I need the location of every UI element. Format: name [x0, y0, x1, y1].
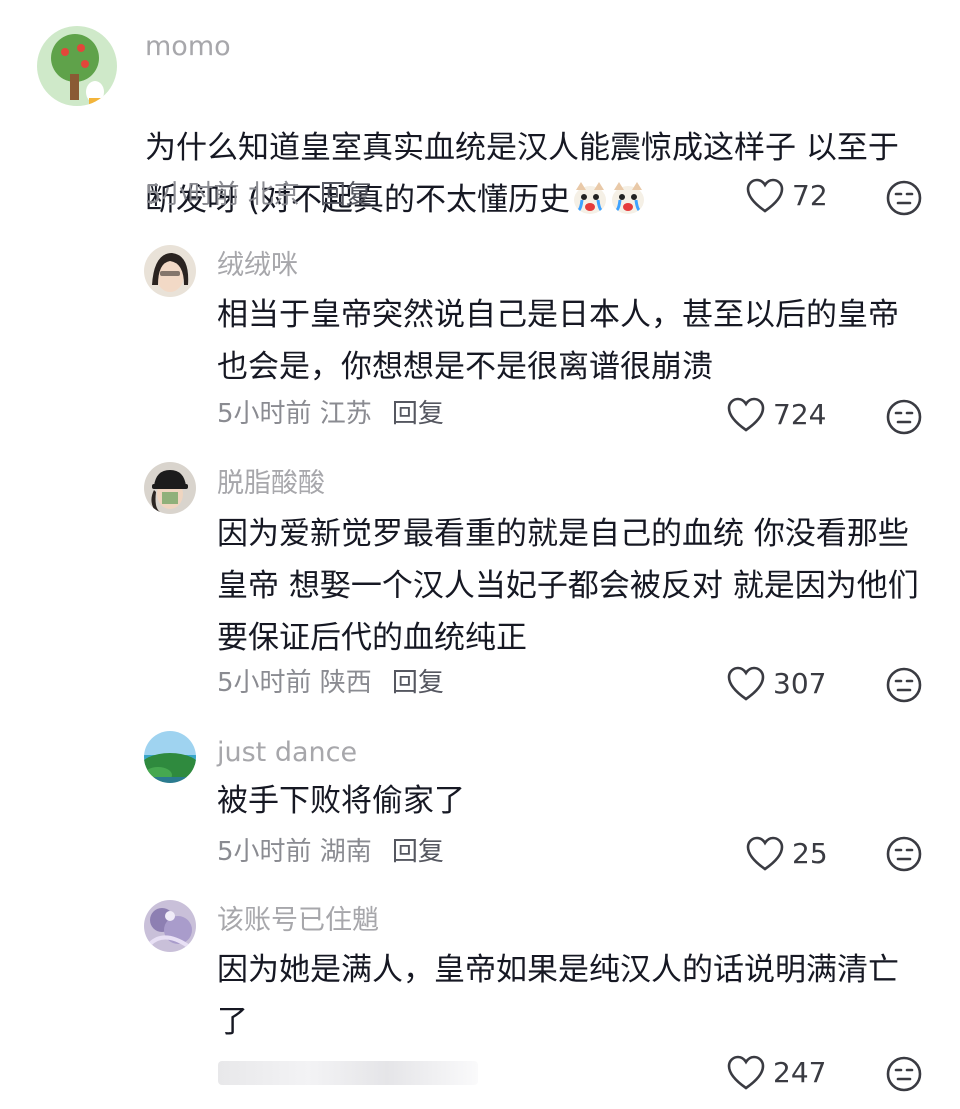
comment-text: 相当于皇帝突然说自己是日本人，甚至以后的皇帝 也会是，你想想是不是很离谱很崩溃	[217, 297, 899, 385]
comment-username[interactable]: momo	[145, 33, 231, 60]
like-count: 724	[773, 398, 827, 431]
like-count: 247	[773, 1056, 827, 1089]
like-count: 307	[773, 667, 827, 700]
like-button[interactable]: 25	[746, 836, 828, 872]
reply-button[interactable]: 回复	[392, 837, 444, 867]
comment-username[interactable]: 绒绒咪	[217, 252, 298, 279]
heart-outline-icon	[727, 397, 765, 432]
comment-text: 被手下败将偷家了	[217, 783, 465, 819]
time-location: 5小时前 江苏	[217, 399, 372, 429]
comment-text: 因为她是满人，皇帝如果是纯汉人的话说明满清亡 了	[217, 952, 899, 1040]
comment-meta: 5小时前 陕西 回复	[217, 670, 444, 696]
blurred-meta-placeholder	[218, 1061, 478, 1085]
time-location: 5小时前 北京	[145, 180, 300, 210]
time-location: 5小时前 陕西	[217, 668, 372, 698]
heart-outline-icon	[746, 178, 784, 213]
reply-button[interactable]: 回复	[392, 399, 444, 429]
reply-button[interactable]: 回复	[392, 668, 444, 698]
like-button[interactable]: 724	[727, 397, 826, 433]
comment-username[interactable]: 脱脂酸酸	[217, 470, 325, 497]
meh-face-icon[interactable]	[886, 180, 922, 216]
heart-outline-icon	[727, 666, 765, 701]
meh-face-icon[interactable]	[886, 1056, 922, 1092]
meh-face-icon[interactable]	[886, 399, 922, 435]
comment-username[interactable]: 该账号已住魈	[217, 907, 379, 934]
meh-face-icon[interactable]	[886, 667, 922, 703]
like-button[interactable]: 72	[746, 178, 828, 214]
reply-button[interactable]: 回复	[320, 180, 372, 210]
avatar-rongrongmi[interactable]	[144, 245, 196, 297]
avatar-momo[interactable]	[37, 26, 117, 106]
like-count: 25	[792, 837, 828, 870]
avatar-gaizhanghao[interactable]	[144, 900, 196, 952]
avatar-just-dance[interactable]	[144, 731, 196, 783]
heart-outline-icon	[727, 1055, 765, 1090]
avatar-tuozhisuansuan[interactable]	[144, 462, 196, 514]
comment-meta: 5小时前 北京 回复	[145, 182, 372, 208]
comment-meta: 5小时前 湖南 回复	[217, 839, 444, 865]
like-button[interactable]: 247	[727, 1055, 826, 1091]
crying-dog-emoji-icon	[610, 180, 646, 216]
comment-username[interactable]: just dance	[217, 739, 357, 766]
crying-dog-emoji-icon	[572, 180, 608, 216]
meh-face-icon[interactable]	[886, 836, 922, 872]
like-count: 72	[792, 179, 828, 212]
comment-text: 因为爱新觉罗最看重的就是自己的血统 你没看那些 皇帝 想娶一个汉人当妃子都会被反…	[217, 516, 919, 656]
comment-meta: 5小时前 江苏 回复	[217, 401, 444, 427]
time-location: 5小时前 湖南	[217, 837, 372, 867]
like-button[interactable]: 307	[727, 666, 826, 702]
heart-outline-icon	[746, 836, 784, 871]
